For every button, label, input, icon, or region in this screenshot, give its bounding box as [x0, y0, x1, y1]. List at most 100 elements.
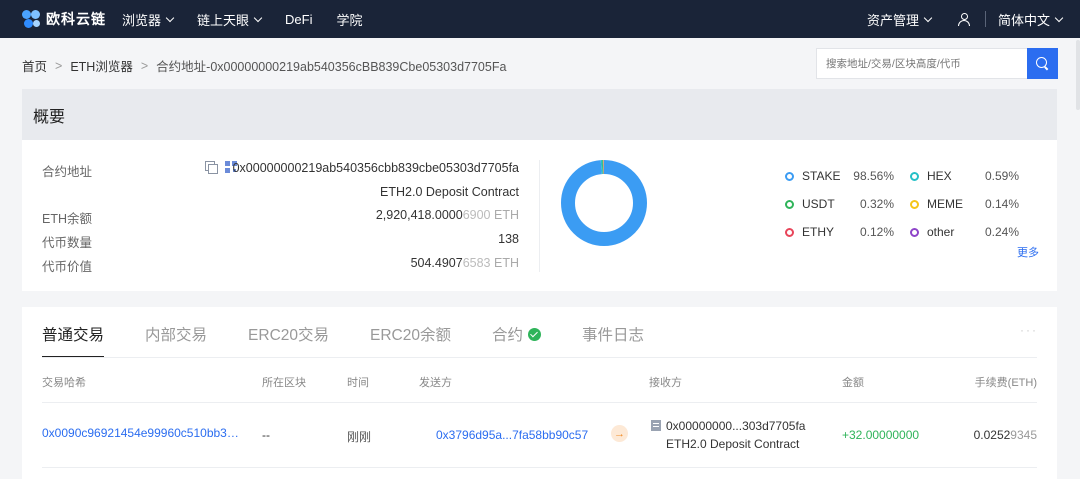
tab-contract-label: 合约 — [491, 327, 523, 344]
legend-value: 0.14% — [984, 197, 1019, 211]
asset-management-menu[interactable]: 资产管理 — [867, 10, 933, 29]
user-icon[interactable] — [957, 12, 971, 26]
tx-fee-dim: 9345 — [1010, 428, 1037, 442]
legend-item: MEME 0.14% — [910, 190, 1019, 218]
contract-address-value: 0x00000000219ab540356cbb839cbe05303d7705… — [232, 161, 519, 175]
legend-ring-icon — [785, 227, 794, 237]
tab-erc20-transactions[interactable]: ERC20交易 — [248, 323, 329, 358]
legend-item: USDT 0.32% — [785, 190, 894, 218]
legend-ring-icon — [910, 227, 919, 237]
chevron-down-icon — [253, 13, 263, 22]
nav-item-label: 浏览器 — [122, 12, 162, 28]
verified-check-icon — [527, 327, 541, 341]
eth-balance-label: ETH余额 — [42, 212, 93, 226]
tab-contract[interactable]: 合约 — [492, 323, 541, 358]
chevron-down-icon — [923, 13, 933, 22]
legend-item: other 0.24% — [910, 218, 1019, 246]
chevron-down-icon — [165, 13, 175, 22]
more-tokens-link[interactable]: 更多 — [1017, 244, 1039, 260]
nav-item-label: 学院 — [336, 12, 363, 28]
nav-item-academy[interactable]: 学院 — [336, 10, 362, 29]
nav-item-defi[interactable]: DeFi — [285, 12, 312, 27]
column-header-to: 接收方 — [649, 377, 682, 389]
tab-event-logs[interactable]: 事件日志 — [582, 323, 644, 358]
search-icon — [1036, 57, 1049, 70]
contract-icon — [651, 420, 661, 431]
page-scrollbar[interactable] — [1076, 40, 1080, 110]
tx-fee: 0.02529345 — [974, 428, 1037, 442]
top-navbar: 欧科云链 浏览器 链上天眼 DeFi 学院 资产管理 简体中文 — [0, 0, 1080, 38]
copy-icon[interactable] — [205, 161, 218, 174]
row-divider — [42, 467, 1037, 468]
language-label: 简体中文 — [997, 12, 1050, 28]
tab-normal-transactions[interactable]: 普通交易 — [42, 323, 105, 358]
tab-divider — [42, 357, 1037, 358]
legend-value: 0.32% — [859, 197, 894, 211]
overview-divider — [539, 160, 540, 272]
column-header-from: 发送方 — [419, 377, 452, 389]
token-value-main: 504.4907 — [410, 256, 463, 270]
legend-name: STAKE — [802, 169, 841, 183]
breadcrumb-separator: > — [55, 58, 63, 73]
legend-ring-icon — [785, 199, 794, 209]
legend-value: 0.12% — [859, 225, 894, 239]
token-count-label: 代币数量 — [42, 236, 93, 250]
breadcrumb: 首页 > ETH浏览器 > 合约地址-0x00000000219ab540356… — [22, 56, 506, 75]
eth-balance-dim: 6900 — [462, 208, 491, 222]
tx-time: 刚刚 — [347, 430, 372, 444]
legend-name: other — [927, 225, 955, 239]
arrow-right-icon: → — [611, 425, 628, 442]
legend-item: ETHY 0.12% — [785, 218, 894, 246]
nav-item-label: 链上天眼 — [197, 12, 250, 28]
column-header-amount: 金额 — [842, 377, 864, 389]
token-value-label: 代币价值 — [42, 260, 93, 274]
header-divider — [42, 402, 1037, 403]
logo-text: 欧科云链 — [46, 11, 106, 27]
tab-bar: 普通交易 内部交易 ERC20交易 ERC20余额 合约 事件日志 — [42, 323, 685, 358]
overview-panel: 合约地址 0x00000000219ab540356cbb839cbe05303… — [22, 140, 1057, 291]
eth-unit: ETH — [494, 256, 519, 270]
tx-to-name: ETH2.0 Deposit Contract — [666, 437, 800, 451]
breadcrumb-home[interactable]: 首页 — [22, 56, 47, 75]
legend-name: ETHY — [802, 225, 835, 239]
legend-item: HEX 0.59% — [910, 162, 1019, 190]
logo-icon — [22, 10, 42, 28]
search-input[interactable] — [816, 48, 1027, 79]
tab-erc20-balance[interactable]: ERC20余额 — [370, 323, 451, 358]
legend-column-left: STAKE 98.56% USDT 0.32% ETHY 0.12% — [785, 162, 894, 246]
contract-name: ETH2.0 Deposit Contract — [380, 185, 519, 199]
search-button[interactable] — [1027, 48, 1058, 79]
breadcrumb-explorer[interactable]: ETH浏览器 — [70, 56, 133, 75]
token-value-dim: 6583 — [462, 256, 491, 270]
column-header-fee: 手续费(ETH) — [974, 377, 1037, 389]
chevron-down-icon — [1054, 13, 1064, 22]
tx-from-link[interactable]: 0x3796d95a...7fa58bb90c57 — [436, 428, 588, 442]
nav-item-browser[interactable]: 浏览器 — [122, 10, 175, 29]
donut-slice-stake — [561, 160, 647, 246]
column-header-block: 所在区块 — [262, 377, 306, 389]
legend-item: STAKE 98.56% — [785, 162, 894, 190]
eth-balance-main: 2,920,418.0000 — [375, 208, 463, 222]
token-distribution-donut — [561, 160, 647, 246]
transactions-panel: 普通交易 内部交易 ERC20交易 ERC20余额 合约 事件日志 ··· 交易… — [22, 307, 1057, 479]
token-value-value: 504.49076583 ETH — [411, 256, 519, 270]
more-options-icon[interactable]: ··· — [1020, 323, 1038, 337]
tx-to-address[interactable]: 0x00000000...303d7705fa — [666, 419, 805, 433]
legend-name: MEME — [927, 197, 963, 211]
eth-balance-value: 2,920,418.00006900 ETH — [376, 208, 519, 222]
legend-name: HEX — [927, 169, 952, 183]
language-select[interactable]: 简体中文 — [997, 10, 1064, 29]
tab-internal-transactions[interactable]: 内部交易 — [145, 323, 207, 358]
overview-title: 概要 — [33, 108, 66, 126]
nav-item-label: DeFi — [285, 11, 313, 27]
logo[interactable]: 欧科云链 — [22, 9, 122, 29]
nav-item-onchain-eye[interactable]: 链上天眼 — [197, 10, 263, 29]
legend-ring-icon — [785, 171, 794, 181]
legend-ring-icon — [910, 199, 919, 209]
nav-divider — [984, 11, 986, 27]
tx-hash-link[interactable]: 0x0090c96921454e99960c510bb3… — [42, 426, 239, 440]
breadcrumb-separator: > — [140, 58, 149, 73]
tx-amount: +32.00000000 — [842, 428, 920, 442]
legend-value: 0.59% — [984, 169, 1019, 183]
column-header-hash: 交易哈希 — [42, 377, 86, 389]
